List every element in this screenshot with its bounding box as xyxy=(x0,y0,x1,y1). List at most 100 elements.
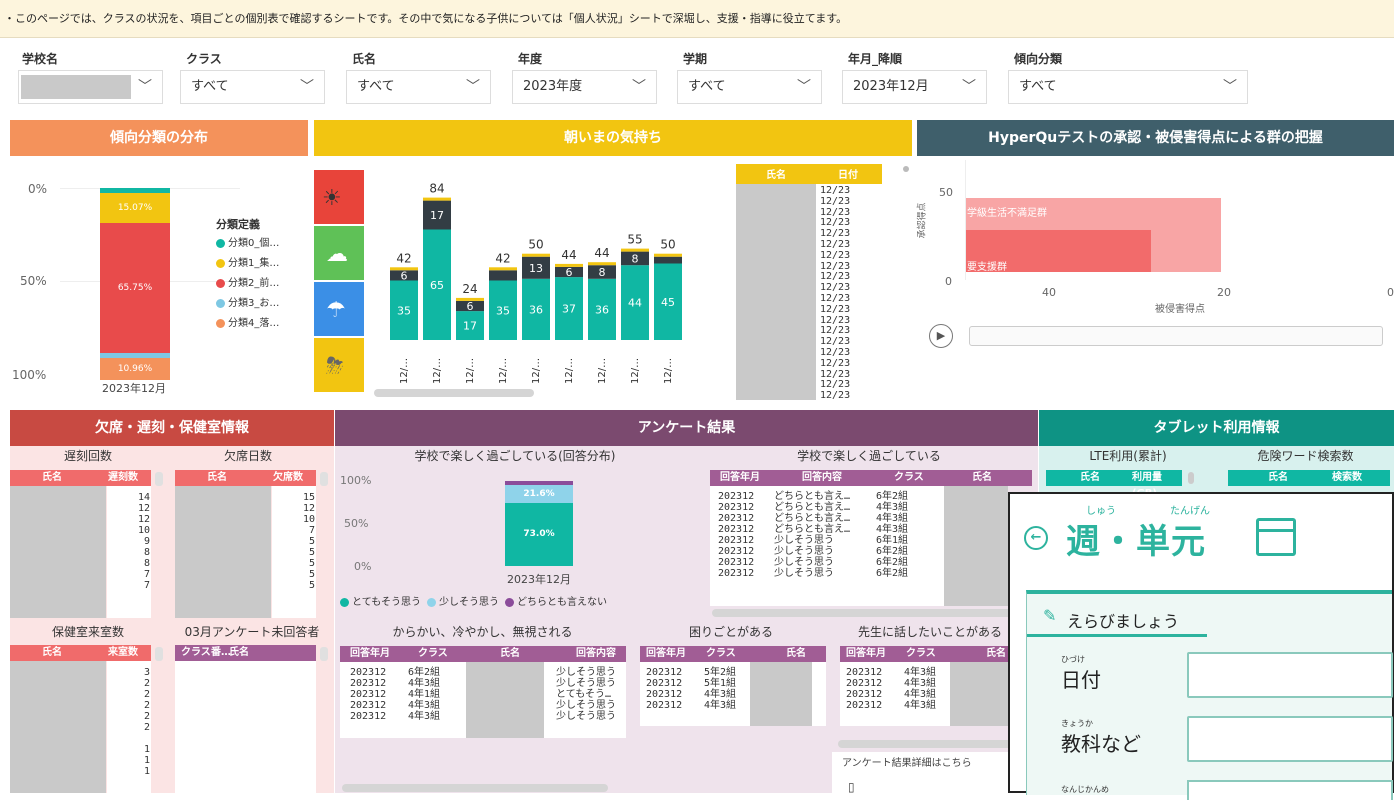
mood-hscroll[interactable] xyxy=(374,389,534,397)
hq-xtick-20: 20 xyxy=(1217,286,1231,299)
teacher-col-month: 回答年月 xyxy=(846,648,886,659)
nurse-values: 322222111 xyxy=(110,667,150,777)
late-scrollbar[interactable] xyxy=(155,472,163,486)
redacted-names xyxy=(736,184,816,400)
late-cell: 7 xyxy=(143,580,150,591)
mood-date-cell: 12/23 xyxy=(820,195,851,207)
filter-class-select[interactable]: すべて ﹀ xyxy=(180,70,325,104)
unans-col-class: クラス xyxy=(181,647,211,658)
section-mood-header: 朝いまの気持ち xyxy=(314,120,912,156)
nurse-col-count: 来室数 xyxy=(108,647,138,658)
chevron-down-icon: ﹀ xyxy=(1223,79,1237,95)
nurse-cell: 1 xyxy=(143,755,150,766)
mood-date-cell: 12/23 xyxy=(820,282,851,294)
nurse-scrollbar[interactable] xyxy=(155,647,163,661)
nurse-cell: 1 xyxy=(143,744,150,755)
mood-date-cell: 12/23 xyxy=(820,368,851,380)
document-icon: ▯ xyxy=(848,780,855,794)
filter-name-select[interactable]: すべて ﹀ xyxy=(346,70,491,104)
teacher-title: 先生に話したいことがある xyxy=(858,625,1003,639)
mood-bar-top xyxy=(489,270,517,281)
filter-term-select[interactable]: すべて ﹀ xyxy=(677,70,822,104)
subject-input[interactable] xyxy=(1187,716,1393,762)
absent-header: 氏名 欠席数 xyxy=(175,470,316,486)
trouble-title: 困りごとがある xyxy=(688,625,773,639)
nurse-cell: 2 xyxy=(143,711,150,722)
absent-scrollbar[interactable] xyxy=(320,472,328,486)
sd-ytick-0: 0% xyxy=(354,560,372,573)
play-icon[interactable]: ▶ xyxy=(929,324,953,348)
mood-bar-total: 44 xyxy=(594,246,609,260)
late-cell: 8 xyxy=(143,547,150,558)
mood-date-cell: 12/23 xyxy=(820,238,851,250)
dist-ytick-50: 50% xyxy=(20,274,47,288)
dist-ytick-100: 100% xyxy=(12,368,47,382)
sd-legend-item: どちらとも言えない xyxy=(505,597,607,608)
mood-bar-total: 50 xyxy=(528,238,543,252)
st-col-name: 氏名 xyxy=(972,472,992,483)
filter-school-select[interactable]: ﹀ xyxy=(18,70,163,104)
umbrella-face-icon: ☂ xyxy=(326,298,346,323)
mood-date-cell: 12/23 xyxy=(820,185,851,196)
st-hscroll[interactable] xyxy=(712,609,1012,617)
section-dist-header: 傾向分類の分布 xyxy=(10,120,308,156)
ruby-period: なんじかんめ xyxy=(1061,785,1109,794)
sd-ytick-50: 50% xyxy=(344,517,369,530)
mood-date-cell: 12/23 xyxy=(820,249,851,261)
filter-year-select[interactable]: 2023年度 ﹀ xyxy=(512,70,657,104)
redacted-names xyxy=(10,486,106,618)
survey-table-header: 回答年月 回答内容 クラス 氏名 xyxy=(710,470,1032,486)
mood-scroll-dot[interactable] xyxy=(903,166,909,172)
mood-bar-label: 17 xyxy=(430,209,444,222)
calendar-icon xyxy=(1256,518,1296,556)
lte-scrollbar[interactable] xyxy=(1188,472,1194,484)
mood-bar-label: 6 xyxy=(467,300,474,313)
dist-legend-item: 分類1_集… xyxy=(216,254,279,274)
tease-col-month: 回答年月 xyxy=(350,648,390,659)
tease-hscroll[interactable] xyxy=(342,784,608,792)
hq-ylabel: 承認得点 xyxy=(917,202,928,239)
period-input[interactable] xyxy=(1187,780,1393,800)
unans-scrollbar[interactable] xyxy=(320,647,328,661)
unanswered-body xyxy=(175,661,316,793)
mood-bar-cap xyxy=(654,253,682,257)
chevron-down-icon: ﹀ xyxy=(466,79,480,95)
filter-trend-select[interactable]: すべて ﹀ xyxy=(1008,70,1248,104)
section-survey-header: アンケート結果 xyxy=(335,410,1038,446)
hyperqu-chart: 承認得点 50 0 学級生活不満足群 要支援群 40 20 0 被侵害得点 ▶ xyxy=(917,160,1394,405)
section-hyperqu-header: HyperQuテストの承認・被侵害得点による群の把握 xyxy=(917,120,1394,156)
late-cell: 12 xyxy=(137,503,150,514)
mood-bar-chart: 35 6 42 12/… 65 17 84 12/… 17 6 24 12/… 35 42 12/… 36 13… xyxy=(390,182,682,384)
nurse-cell xyxy=(110,733,150,744)
survey-detail-link[interactable]: アンケート結果詳細はこちら ▯ xyxy=(832,752,1022,794)
absent-cell: 12 xyxy=(302,503,315,514)
absent-cell: 7 xyxy=(308,525,315,536)
teacher-hscroll[interactable] xyxy=(838,740,1014,748)
mood-chart-area: ☀ ☁ ☂ ⛈ 35 6 42 12/… 65 17 84 12/… 17 6 24 12/… 35 42… xyxy=(314,160,912,405)
absent-cell: 5 xyxy=(308,536,315,547)
hq-timeline-slider[interactable] xyxy=(969,326,1383,346)
mood-bar-total: 84 xyxy=(429,182,444,196)
filter-trend-value: すべて xyxy=(1019,79,1057,94)
filter-month-select[interactable]: 2023年12月 ﹀ xyxy=(842,70,987,104)
date-input[interactable] xyxy=(1187,652,1393,698)
mood-face-sunny: ☀ xyxy=(314,170,364,224)
hq-zone1-label: 学級生活不満足群 xyxy=(967,208,1047,219)
redacted-names xyxy=(10,661,106,793)
trouble-header: 回答年月 クラス 氏名 xyxy=(640,646,826,662)
dist-legend-item: 分類2_前… xyxy=(216,274,279,294)
absent-col-count: 欠席数 xyxy=(273,472,303,483)
absent-cell: 10 xyxy=(302,514,315,525)
survey-detail-label: アンケート結果詳細はこちら xyxy=(842,758,972,769)
filter-name-value: すべて xyxy=(357,79,395,94)
mood-bar-label: 44 xyxy=(628,297,642,310)
redacted-names xyxy=(175,486,271,618)
mood-bar-cap xyxy=(423,197,451,201)
back-arrow-icon[interactable]: ← xyxy=(1024,526,1048,550)
redacted-names xyxy=(750,662,812,726)
mood-date-cell: 12/23 xyxy=(820,303,851,315)
mood-bar-top xyxy=(654,256,682,264)
late-cell: 10 xyxy=(137,525,150,536)
danger-col-count: 検索数 xyxy=(1332,472,1362,483)
mood-xtick: 12/… xyxy=(630,358,641,384)
